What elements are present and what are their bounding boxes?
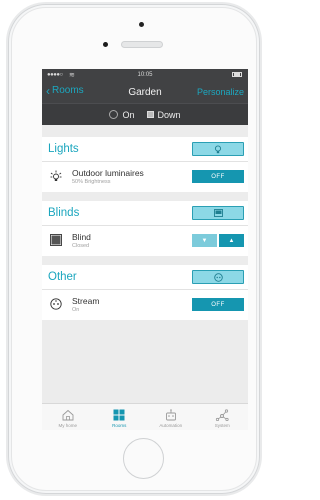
triangle-down-icon: ▼ [201, 237, 208, 244]
socket-icon [213, 272, 223, 282]
tab-system[interactable]: System [197, 404, 249, 430]
blind-icon [213, 209, 223, 217]
status-bar: ●●●●○ ≋ 10:05 [42, 69, 248, 81]
device-name: Stream [72, 296, 100, 306]
section-header: Other [42, 265, 248, 290]
nav-bar: ‹ Rooms Garden Personalize [42, 81, 248, 103]
device-status: Closed [72, 243, 90, 249]
rooms-grid-icon [113, 409, 125, 421]
blind-closed-icon [50, 234, 62, 246]
blinds-group-button[interactable] [192, 206, 244, 220]
blind-up-button[interactable]: ▲ [219, 234, 244, 247]
front-sensor [139, 22, 144, 27]
section-header: Blinds [42, 201, 248, 226]
device-row-outdoor-luminaires[interactable]: Outdoor luminaires 50% Brightness OFF [42, 162, 248, 192]
battery-icon [232, 72, 242, 77]
other-group-button[interactable] [192, 270, 244, 284]
section-title: Other [48, 271, 77, 283]
status-time: 10:05 [137, 72, 153, 78]
blind-down-button[interactable]: ▼ [192, 234, 217, 247]
tab-automation[interactable]: Automation [145, 404, 197, 430]
tab-label: Automation [159, 423, 183, 428]
app-screen: ●●●●○ ≋ 10:05 ‹ Rooms Garden Personalize… [42, 69, 248, 430]
lightbulb-icon [109, 110, 119, 119]
section-title: Lights [48, 143, 79, 155]
room-summary-bar: On Down [42, 103, 248, 125]
device-status: On [72, 307, 80, 313]
section-lights: Lights Outdoor luminaires 50% Brightness… [42, 137, 248, 192]
blind-icon [146, 111, 154, 118]
lights-group-button[interactable] [192, 142, 244, 156]
section-title: Blinds [48, 207, 80, 219]
lamp-icon [50, 170, 62, 181]
triangle-up-icon: ▲ [228, 237, 235, 244]
device-row-blind[interactable]: Blind Closed ▼ ▲ [42, 226, 248, 256]
tab-rooms[interactable]: Rooms [94, 404, 146, 430]
lightbulb-icon [214, 144, 222, 153]
front-camera [103, 42, 108, 47]
sections-list: Lights Outdoor luminaires 50% Brightness… [42, 125, 248, 320]
tab-label: System [214, 423, 230, 428]
network-icon [216, 409, 229, 421]
phone-frame: ●●●●○ ≋ 10:05 ‹ Rooms Garden Personalize… [8, 4, 260, 494]
tab-my-home[interactable]: My home [42, 404, 94, 430]
off-button[interactable]: OFF [192, 170, 244, 183]
lights-summary: On [109, 109, 135, 120]
blinds-summary: Down [146, 109, 181, 120]
tab-label: My home [58, 423, 77, 428]
robot-icon [165, 409, 176, 421]
section-other: Other Stream On OFF [42, 265, 248, 320]
section-blinds: Blinds Blind Closed ▼ ▲ [42, 201, 248, 256]
earpiece-speaker [121, 41, 163, 48]
socket-icon [50, 298, 62, 310]
blind-controls: ▼ ▲ [192, 234, 244, 247]
house-icon [62, 409, 74, 421]
device-name: Blind [72, 232, 91, 242]
off-button[interactable]: OFF [192, 298, 244, 311]
tab-bar: My home Rooms Automation System [42, 403, 248, 430]
home-button[interactable] [123, 438, 164, 479]
section-header: Lights [42, 137, 248, 162]
personalize-button[interactable]: Personalize [197, 87, 244, 97]
device-name: Outdoor luminaires [72, 168, 144, 178]
lights-state: On [122, 109, 135, 120]
blinds-state: Down [157, 109, 181, 120]
tab-label: Rooms [112, 423, 127, 428]
device-row-stream[interactable]: Stream On OFF [42, 290, 248, 320]
device-status: 50% Brightness [72, 179, 111, 185]
